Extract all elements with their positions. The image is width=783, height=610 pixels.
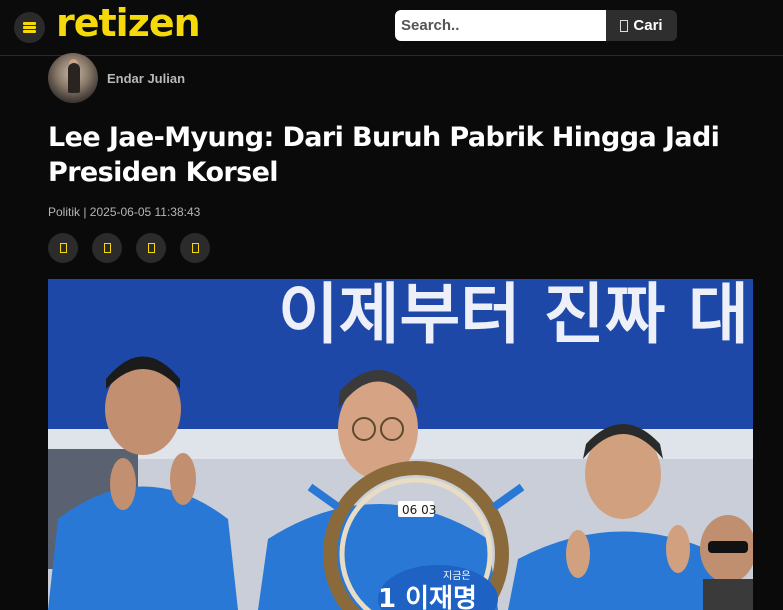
search-input[interactable] — [395, 10, 606, 41]
hero-sign-small: 지금은 — [443, 570, 471, 582]
article-hero-image: 이제부터 진짜 대 06 03 지금은 1 이재명 — [48, 279, 753, 610]
hero-banner-text: 이제부터 진짜 대 — [278, 279, 749, 353]
article-meta: Politik | 2025-06-05 11:38:43 — [48, 205, 201, 219]
search-icon — [620, 19, 629, 32]
search-form: Cari — [395, 10, 677, 41]
author-name[interactable]: Endar Julian — [107, 71, 185, 86]
link-icon[interactable] — [180, 233, 210, 263]
top-navigation-bar: retizen Cari — [0, 0, 783, 56]
share-buttons — [48, 233, 210, 263]
article-title: Lee Jae-Myung: Dari Buruh Pabrik Hingga … — [48, 122, 720, 188]
hero-sign-large: 1 이재명 — [378, 584, 477, 610]
site-logo[interactable]: retizen — [56, 0, 201, 46]
whatsapp-icon[interactable] — [136, 233, 166, 263]
facebook-icon[interactable] — [48, 233, 78, 263]
author-avatar[interactable] — [48, 53, 98, 103]
hamburger-menu-icon[interactable] — [14, 12, 45, 43]
hero-wheel-date: 06 03 — [402, 503, 436, 517]
menu-bars — [23, 22, 36, 33]
author-info: Endar Julian — [48, 53, 185, 103]
twitter-icon[interactable] — [92, 233, 122, 263]
search-button[interactable]: Cari — [606, 10, 677, 41]
search-button-label: Cari — [633, 17, 663, 34]
